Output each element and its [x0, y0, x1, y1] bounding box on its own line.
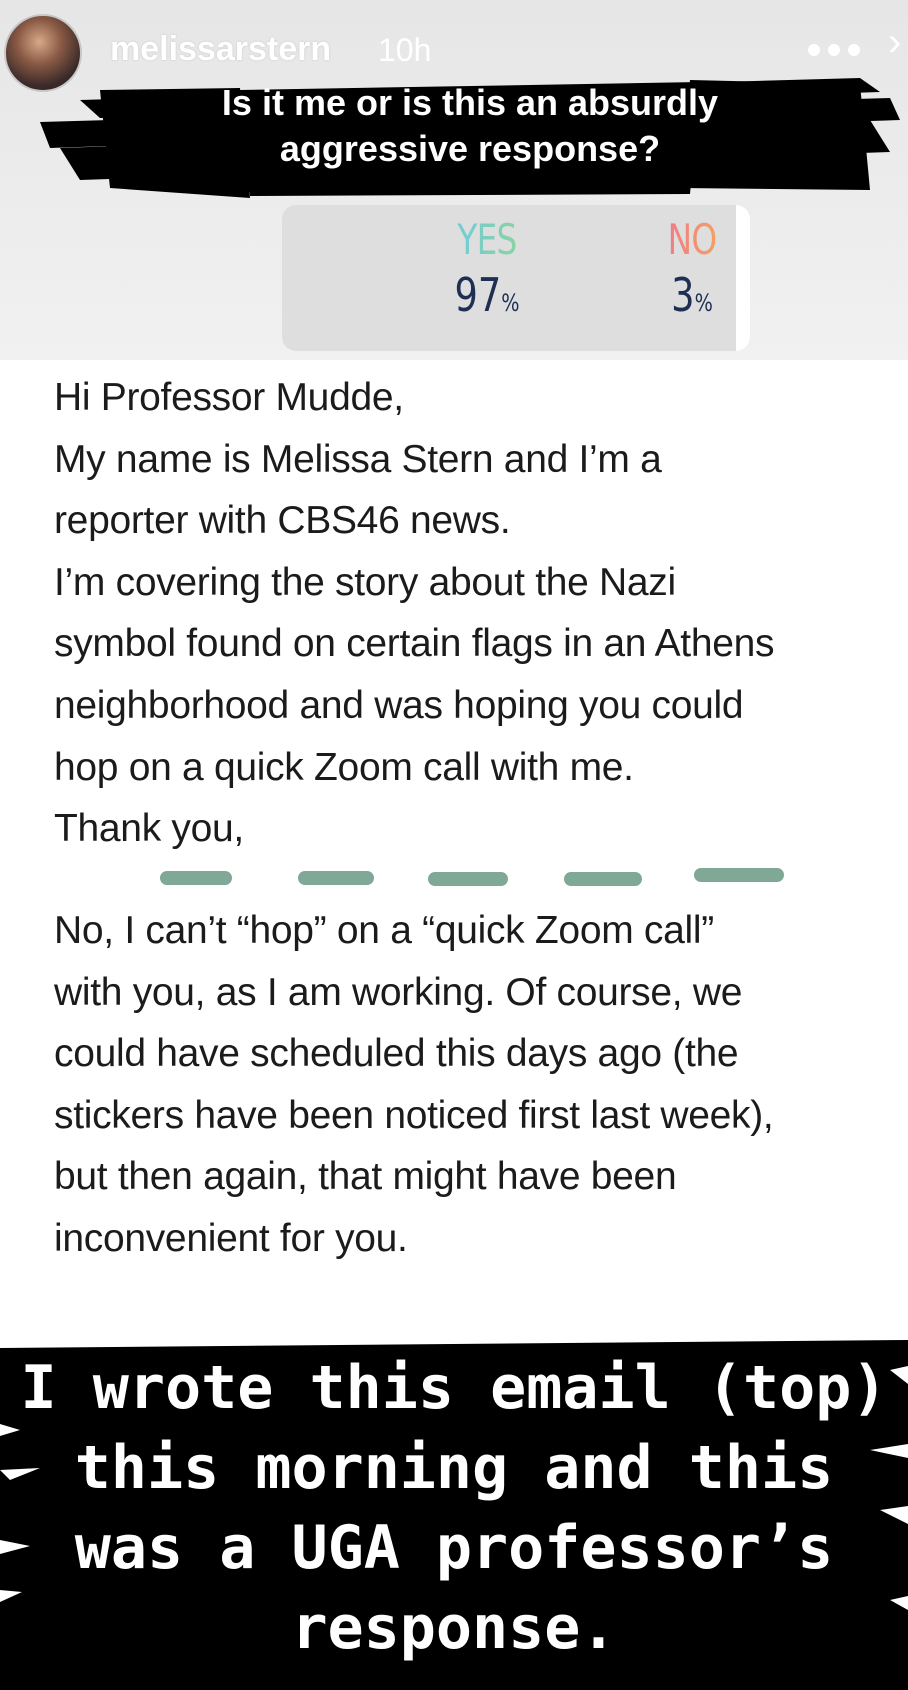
- reply-line: with you, as I am working. Of course, we: [54, 970, 743, 1014]
- caption-line: was a UGA professor’s: [74, 1513, 834, 1583]
- close-icon[interactable]: ›: [888, 20, 901, 65]
- email-line: hop on a quick Zoom call with me.: [54, 745, 634, 789]
- caption-banner: I wrote this email (top) this morning an…: [0, 1340, 908, 1690]
- email-line: reporter with CBS46 news.: [54, 499, 511, 543]
- email-text: Hi Professor Mudde, My name is Melissa S…: [54, 367, 904, 860]
- reply-line: could have scheduled this days ago (the: [54, 1032, 739, 1076]
- reply-line: No, I can’t “hop” on a “quick Zoom call”: [54, 909, 714, 952]
- question-text: Is it me or is this an absurdly aggressi…: [40, 80, 900, 172]
- email-line: I’m covering the story about the Nazi: [54, 560, 676, 604]
- question-banner: Is it me or is this an absurdly aggressi…: [40, 60, 900, 200]
- reply-line: inconvenient for you.: [54, 1216, 408, 1260]
- reply-line: but then again, that might have been: [54, 1155, 677, 1199]
- redaction-separator: [160, 868, 784, 886]
- caption-line: I wrote this email (top): [20, 1353, 888, 1423]
- email-line: neighborhood and was hoping you could: [54, 683, 744, 727]
- email-line: My name is Melissa Stern and I’m a: [54, 437, 662, 481]
- poll-option-yes[interactable]: YES 97%: [432, 215, 542, 322]
- email-line: symbol found on certain flags in an Athe…: [54, 622, 775, 666]
- reply-text: No, I can’t “hop” on a “quick Zoom call”…: [54, 900, 904, 1270]
- email-line: Hi Professor Mudde,: [54, 376, 404, 419]
- question-line: aggressive response?: [279, 128, 661, 169]
- poll-sticker[interactable]: YES 97% NO 3%: [282, 205, 750, 351]
- poll-option-no[interactable]: NO 3%: [657, 215, 727, 322]
- poll-option-percent: 97%: [454, 268, 520, 322]
- caption-line: response.: [291, 1593, 617, 1663]
- poll-option-label: NO: [665, 215, 720, 264]
- email-line: Thank you,: [54, 807, 244, 851]
- poll-edge: [736, 205, 750, 351]
- poll-option-percent: 3%: [671, 268, 713, 322]
- poll-option-label: YES: [444, 215, 530, 264]
- caption-line: this morning and this: [74, 1433, 834, 1503]
- caption-text: I wrote this email (top) this morning an…: [0, 1348, 908, 1668]
- question-line: Is it me or is this an absurdly: [221, 82, 719, 123]
- more-options-icon[interactable]: [808, 40, 860, 60]
- reply-line: stickers have been noticed first last we…: [54, 1093, 774, 1137]
